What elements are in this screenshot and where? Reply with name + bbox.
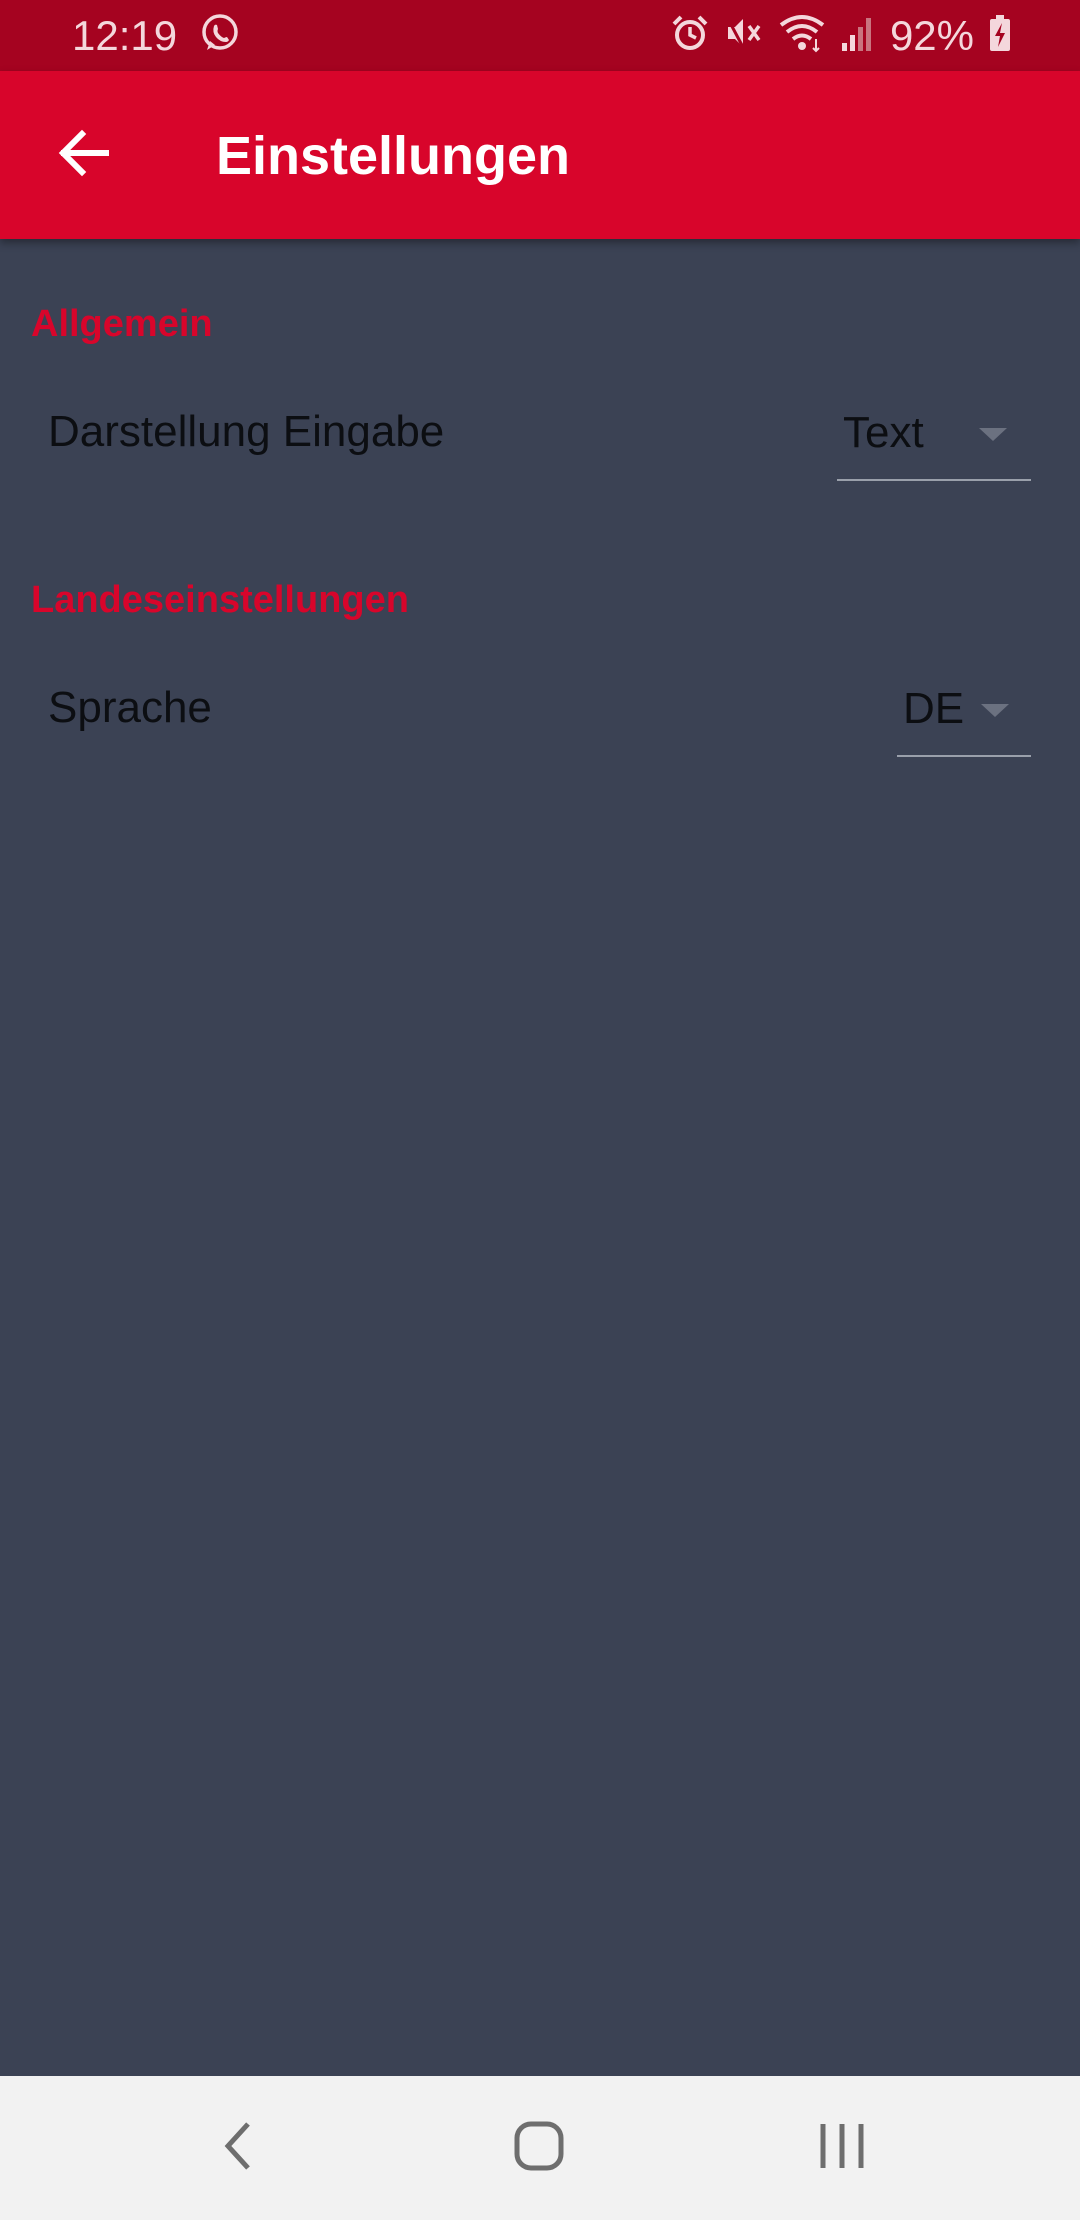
darstellung-eingabe-dropdown[interactable]: Text xyxy=(837,398,1031,481)
whatsapp-icon xyxy=(199,12,241,59)
caret-down-icon xyxy=(981,704,1009,717)
status-left: 12:19 xyxy=(72,0,241,71)
battery-percent: 92% xyxy=(889,11,974,59)
mute-icon xyxy=(724,13,764,58)
pref-label-sprache: Sprache xyxy=(48,683,212,732)
caret-down-icon xyxy=(979,428,1007,441)
nav-recents-button[interactable] xyxy=(797,2106,887,2190)
arrow-left-icon xyxy=(56,125,112,186)
recent-apps-icon xyxy=(817,2120,867,2177)
status-right: 92% xyxy=(670,0,1012,71)
signal-icon xyxy=(840,13,876,58)
nav-back-button[interactable] xyxy=(193,2106,283,2190)
status-time: 12:19 xyxy=(72,11,178,59)
sprache-dropdown[interactable]: DE xyxy=(897,674,1031,757)
page-title: Einstellungen xyxy=(216,126,571,186)
pref-label-darstellung-eingabe: Darstellung Eingabe xyxy=(48,407,445,456)
wifi-icon xyxy=(778,13,826,58)
alarm-icon xyxy=(670,13,710,58)
dropdown-value: Text xyxy=(843,408,924,457)
section-header-allgemein: Allgemein xyxy=(31,303,213,345)
section-header-landeseinstellungen: Landeseinstellungen xyxy=(31,579,409,621)
battery-charging-icon xyxy=(988,13,1012,58)
back-icon xyxy=(218,2120,258,2177)
app-bar: Einstellungen xyxy=(0,71,1080,239)
status-bar: 12:19 92% xyxy=(0,0,1080,71)
back-button[interactable] xyxy=(50,121,118,189)
navigation-bar xyxy=(0,2076,1080,2220)
dropdown-value: DE xyxy=(903,684,965,733)
home-icon xyxy=(513,2120,565,2177)
nav-home-button[interactable] xyxy=(494,2106,584,2190)
